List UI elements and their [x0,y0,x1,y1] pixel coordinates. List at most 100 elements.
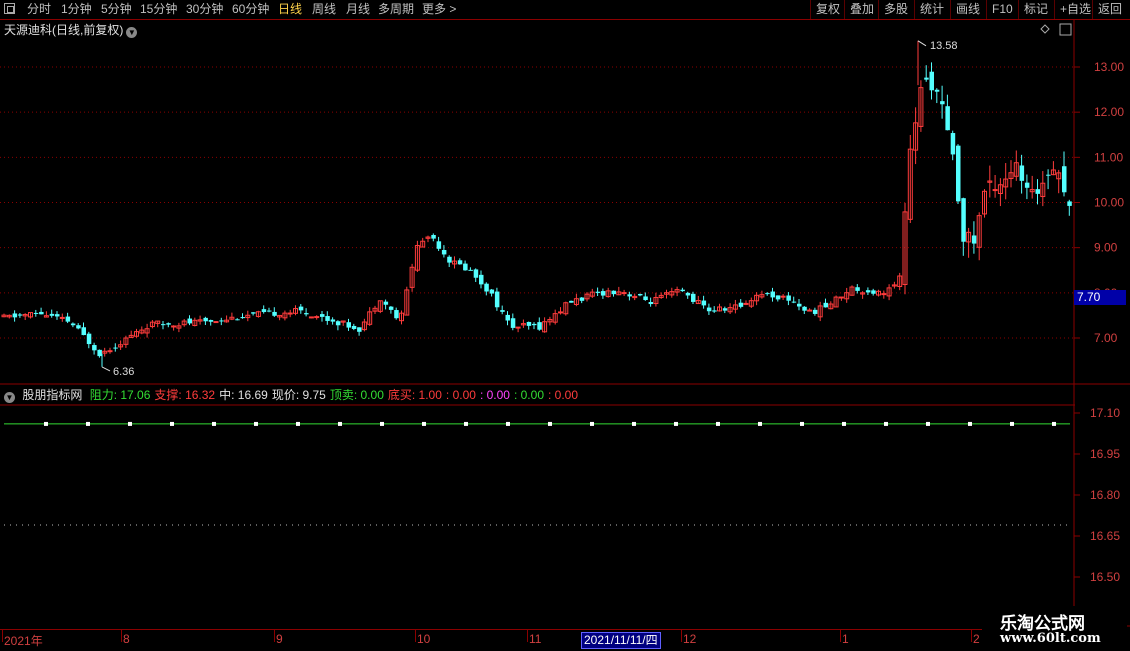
date-label-2: 9 [276,632,283,646]
candle-body-down [65,316,71,322]
date-separator [840,630,841,642]
candle-body-down [871,290,876,294]
candle-body-down [447,256,452,263]
date-separator [681,630,682,642]
chevron-down-icon[interactable]: ▼ [4,392,15,403]
date-label-5: 12 [683,632,697,646]
resistance-marker [800,421,804,426]
resistance-marker [128,421,132,426]
price-tick-label: 11.00 [1094,150,1123,164]
resistance-marker [212,421,216,426]
candle-body-up [314,316,320,319]
candle-body-down [648,301,654,305]
candle-body-down [81,327,86,336]
low-pointer [101,366,111,372]
indicator-item-6: : 0.00 [445,388,476,402]
candle-body-down [1062,166,1067,193]
resistance-marker [1052,421,1056,426]
high-label: 13.58 [930,40,958,52]
indicator-item-0: 阻力: 17.06 [89,388,151,402]
candle-body-down [797,303,802,307]
candle-body-down [643,296,648,301]
candle-body-down [1035,189,1040,194]
candle-body-down [505,314,510,321]
candle-body-up [807,309,813,312]
indicator-item-3: 现价: 9.75 [271,388,326,402]
resistance-marker [926,421,930,426]
candle-body-down [706,307,712,312]
candle-body-down [17,314,23,316]
candle-body-down [685,292,691,296]
candle-body-down [961,198,966,242]
candle-body-down [325,316,330,321]
candle-body-down [722,308,728,311]
candle-body-down [489,289,495,294]
candle-body-down [33,312,39,314]
indicator-item-5: 底买: 1.00 [387,388,442,402]
candle-body-down [468,269,473,271]
candle-body-down [113,347,118,349]
date-separator [121,630,122,642]
kline-chart[interactable]: 13.0012.0011.0010.009.008.007.0017.1016.… [0,0,1130,650]
candle-body-down [49,313,55,316]
candle-body-down [500,310,505,312]
resistance-marker [422,421,426,426]
candle-body-down [320,314,325,317]
candle-body-down [802,306,807,311]
resistance-marker [590,421,594,426]
candle-body-down [950,133,956,155]
candle-body-up [743,302,749,305]
candle-body-down [166,323,171,325]
price-tick-label: 12.00 [1094,105,1124,119]
candle-body-down [791,301,797,303]
candle-body-down [1046,174,1051,176]
candle-body-up [59,316,65,319]
resistance-marker [1010,421,1014,426]
indicator-tick-label: 16.50 [1090,570,1120,584]
candle-body-down [770,291,775,298]
candle-body-down [934,89,940,92]
candle-body-up [992,189,998,192]
resistance-marker [338,421,342,426]
date-separator [527,630,528,642]
candle-body-down [595,291,601,293]
candle-body-down [691,293,696,302]
indicator-item-4: 顶卖: 0.00 [329,388,384,402]
panel-toggle-icon [1059,23,1072,36]
candle-body-up [558,311,563,314]
candle-body-down [855,287,860,291]
candle-body-down [701,300,707,306]
candle-body-down [956,145,961,202]
candle-body-down [569,300,574,303]
candle-body-down [823,302,828,308]
candle-body-down [1067,201,1072,206]
candle-body-down [812,309,818,314]
candle-body-down [208,320,214,322]
candle-body-down [187,318,192,324]
candle-body-down [638,294,643,296]
date-label-4: 11 [529,632,542,646]
candle-body-up [621,292,627,295]
candle-body-up [780,295,786,298]
low-label: 6.36 [113,366,134,378]
candle-body-down [510,318,516,328]
candle-body-down [484,283,489,292]
cursor-date: 2021/11/11/四 [581,632,661,649]
resistance-marker [758,421,762,426]
candle-body-up [308,316,314,319]
candle-body-down [97,349,102,357]
candle-body-down [436,241,442,249]
resistance-marker [44,421,48,426]
candle-body-down [76,325,81,329]
candle-body-down [431,234,436,239]
candle-body-down [388,306,394,310]
candle-body-down [357,327,362,332]
candle-body-down [251,312,256,314]
candle-body-down [235,319,240,321]
resistance-marker [884,421,888,426]
indicator-item-7: : 0.00 [479,388,510,402]
candle-body-down [12,313,18,318]
candle-body-down [55,314,60,317]
candle-body-down [383,301,389,305]
candle-body-down [738,302,744,307]
